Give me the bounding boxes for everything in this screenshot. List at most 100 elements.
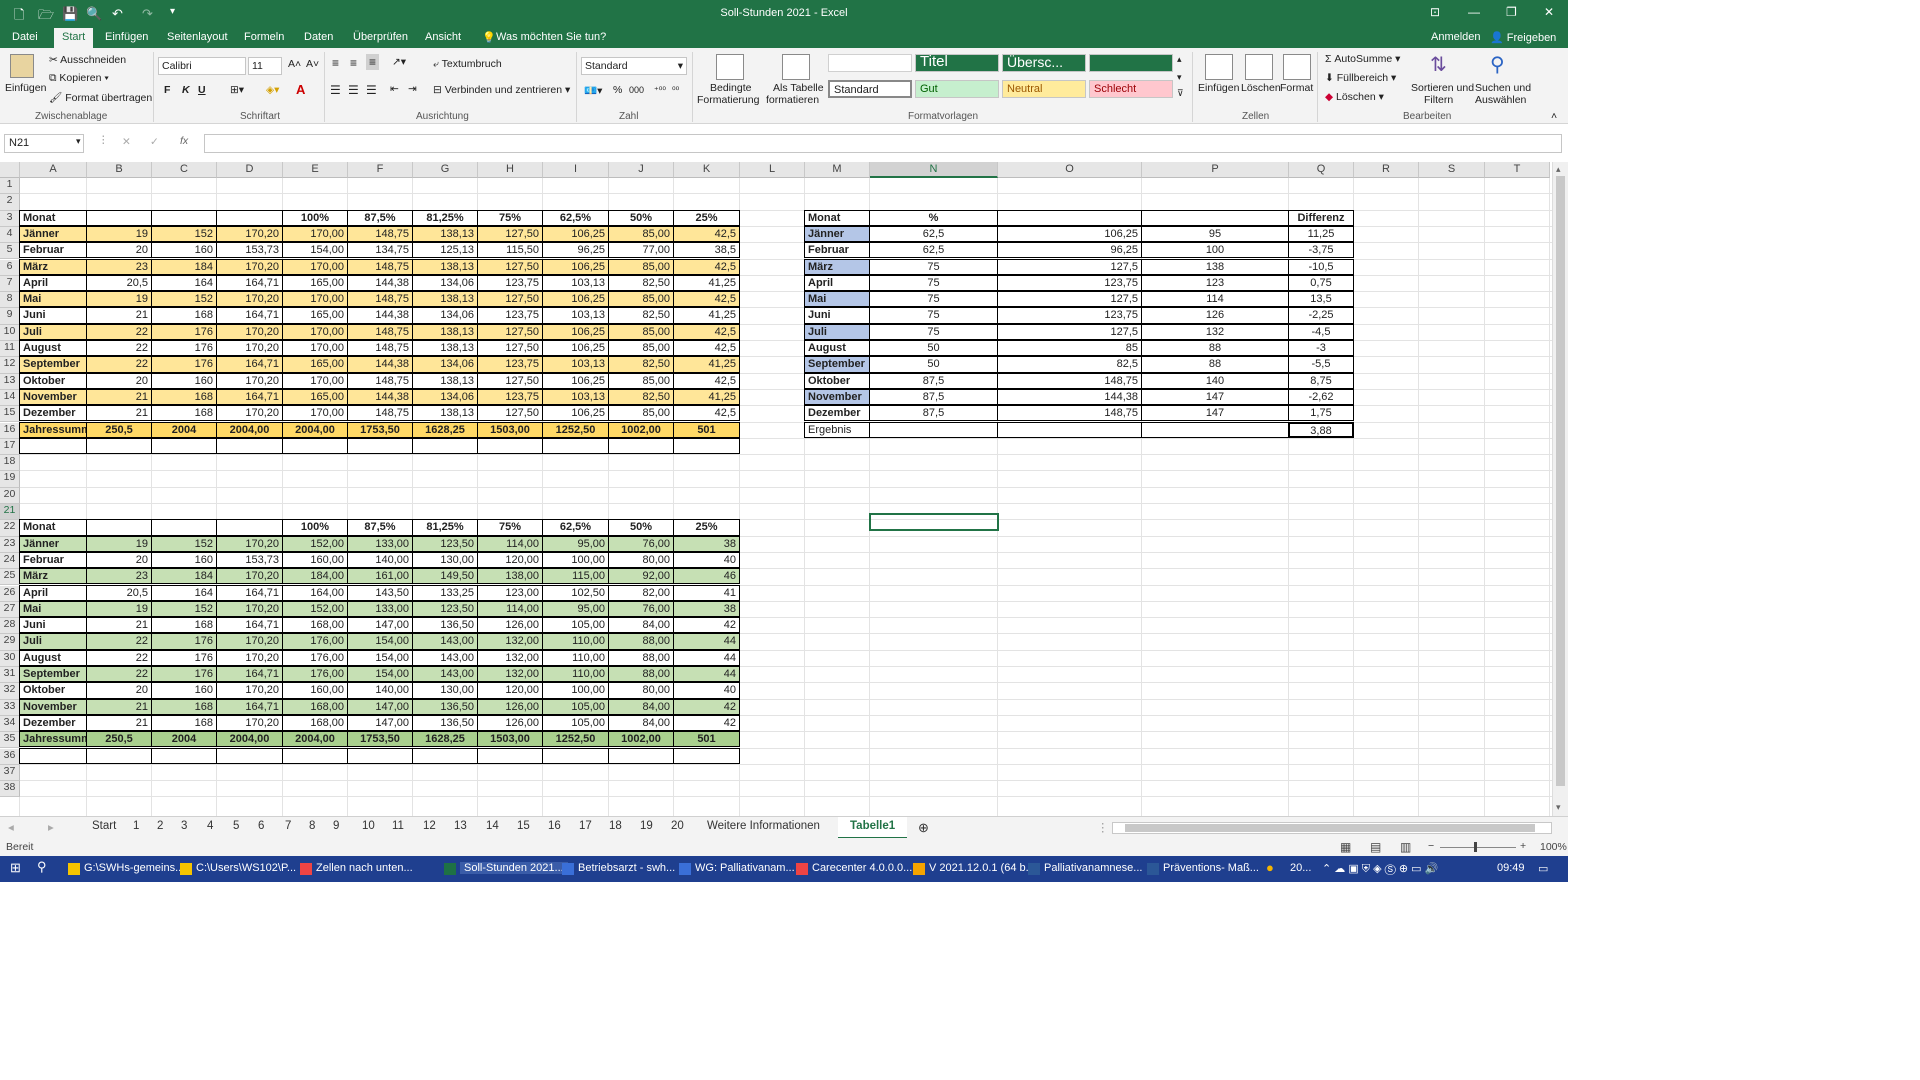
- data-cell[interactable]: 87,5: [869, 372, 998, 389]
- data-cell[interactable]: 154,00: [282, 242, 348, 259]
- row-header[interactable]: 14: [0, 389, 20, 407]
- data-cell[interactable]: 164,71: [216, 274, 283, 292]
- data-cell[interactable]: 42: [673, 714, 740, 732]
- data-cell[interactable]: 21: [86, 698, 152, 715]
- data-cell[interactable]: März: [804, 258, 870, 275]
- column-header[interactable]: D: [217, 162, 283, 178]
- data-cell[interactable]: 144,38: [347, 356, 413, 373]
- data-cell[interactable]: 114,00: [477, 535, 543, 552]
- font-name-combo[interactable]: Calibri: [158, 57, 246, 75]
- header-cell[interactable]: 81,25%: [412, 209, 478, 226]
- data-cell[interactable]: 20: [86, 682, 152, 699]
- column-header[interactable]: C: [152, 162, 217, 178]
- column-header[interactable]: N: [870, 162, 998, 178]
- empty-cell[interactable]: [542, 747, 609, 764]
- data-cell[interactable]: 170,20: [216, 225, 283, 243]
- data-cell[interactable]: April: [19, 274, 87, 292]
- data-cell[interactable]: 170,20: [216, 258, 283, 275]
- data-cell[interactable]: 106,25: [542, 225, 609, 243]
- data-cell[interactable]: 127,50: [477, 340, 543, 357]
- data-cell[interactable]: 152: [151, 225, 217, 243]
- total-cell[interactable]: 1753,50: [347, 731, 413, 748]
- data-cell[interactable]: 82,5: [997, 356, 1142, 373]
- row-header[interactable]: 35: [0, 732, 20, 749]
- row-header[interactable]: 32: [0, 683, 20, 700]
- data-cell[interactable]: 125,13: [412, 242, 478, 259]
- data-cell[interactable]: 170,20: [216, 535, 283, 552]
- data-cell[interactable]: 164,71: [216, 666, 283, 683]
- data-cell[interactable]: September: [19, 666, 87, 683]
- format-as-table-icon[interactable]: [782, 54, 810, 80]
- data-cell[interactable]: 160,00: [282, 551, 348, 569]
- data-cell[interactable]: 123,75: [477, 274, 543, 292]
- row-header[interactable]: 17: [0, 438, 20, 456]
- empty-cell[interactable]: [282, 437, 348, 455]
- data-cell[interactable]: 41,25: [673, 388, 740, 406]
- total-cell[interactable]: 250,5: [86, 731, 152, 748]
- data-cell[interactable]: 42: [673, 698, 740, 715]
- data-cell[interactable]: 42,5: [673, 372, 740, 389]
- total-cell[interactable]: 501: [673, 731, 740, 748]
- format-painter-button[interactable]: 🖌 Format übertragen: [49, 91, 152, 104]
- data-cell[interactable]: Dezember: [19, 405, 87, 422]
- row-header[interactable]: 37: [0, 764, 20, 782]
- data-cell[interactable]: 138,00: [477, 568, 543, 585]
- data-cell[interactable]: 153,73: [216, 242, 283, 259]
- data-cell[interactable]: 168: [151, 405, 217, 422]
- data-cell[interactable]: 130,00: [412, 551, 478, 569]
- style-gut[interactable]: Gut: [915, 80, 999, 98]
- data-cell[interactable]: 22: [86, 649, 152, 666]
- data-cell[interactable]: 76,00: [608, 600, 674, 618]
- column-header[interactable]: B: [87, 162, 152, 178]
- data-cell[interactable]: 62,5: [869, 225, 998, 243]
- row-header[interactable]: 21: [0, 504, 20, 521]
- data-cell[interactable]: 126,00: [477, 698, 543, 715]
- data-cell[interactable]: 144,38: [997, 388, 1142, 406]
- total-cell[interactable]: 250,5: [86, 421, 152, 438]
- data-cell[interactable]: 75: [869, 258, 998, 275]
- data-cell[interactable]: 106,25: [542, 372, 609, 389]
- data-cell[interactable]: 147,00: [347, 714, 413, 732]
- taskbar-item[interactable]: C:\Users\WS102\P...: [196, 862, 296, 874]
- data-cell[interactable]: 110,00: [542, 666, 609, 683]
- data-cell[interactable]: Mai: [19, 291, 87, 308]
- data-cell[interactable]: 41,25: [673, 274, 740, 292]
- empty-cell[interactable]: [216, 437, 283, 455]
- data-cell[interactable]: 106,25: [542, 291, 609, 308]
- data-cell[interactable]: 80,00: [608, 551, 674, 569]
- column-header[interactable]: L: [740, 162, 805, 178]
- row-header[interactable]: 25: [0, 569, 20, 586]
- row-header[interactable]: 24: [0, 552, 20, 570]
- data-cell[interactable]: 140,00: [347, 682, 413, 699]
- data-cell[interactable]: 138,13: [412, 225, 478, 243]
- row-header[interactable]: 2: [0, 194, 20, 211]
- tab-ansicht[interactable]: Ansicht: [425, 31, 461, 43]
- data-cell[interactable]: 126,00: [477, 617, 543, 634]
- data-cell[interactable]: April: [19, 584, 87, 601]
- column-header[interactable]: I: [543, 162, 609, 178]
- row-header[interactable]: 8: [0, 292, 20, 309]
- taskbar-item[interactable]: Carecenter 4.0.0.0...: [812, 862, 912, 874]
- delete-cells-icon[interactable]: [1245, 54, 1273, 80]
- data-cell[interactable]: September: [19, 356, 87, 373]
- row-header[interactable]: 31: [0, 667, 20, 684]
- taskbar-item[interactable]: Betriebsarzt - swh...: [578, 862, 675, 874]
- data-cell[interactable]: 95,00: [542, 600, 609, 618]
- empty-cell[interactable]: [282, 747, 348, 764]
- data-cell[interactable]: 88: [1141, 340, 1289, 357]
- data-cell[interactable]: August: [19, 340, 87, 357]
- data-cell[interactable]: 148,75: [347, 258, 413, 275]
- column-header[interactable]: R: [1354, 162, 1419, 178]
- sheet-tab[interactable]: 18: [609, 820, 622, 832]
- data-cell[interactable]: 19: [86, 225, 152, 243]
- data-cell[interactable]: 123,00: [477, 584, 543, 601]
- data-cell[interactable]: 50: [869, 340, 998, 357]
- data-cell[interactable]: 147: [1141, 388, 1289, 406]
- tab-einfuegen[interactable]: Einfügen: [105, 31, 148, 43]
- data-cell[interactable]: 20: [86, 551, 152, 569]
- data-cell[interactable]: 176,00: [282, 649, 348, 666]
- column-header[interactable]: F: [348, 162, 413, 178]
- header-cell[interactable]: [151, 209, 217, 226]
- align-top-icon[interactable]: ≡: [332, 56, 339, 70]
- windows-start-icon[interactable]: ⊞: [10, 860, 21, 876]
